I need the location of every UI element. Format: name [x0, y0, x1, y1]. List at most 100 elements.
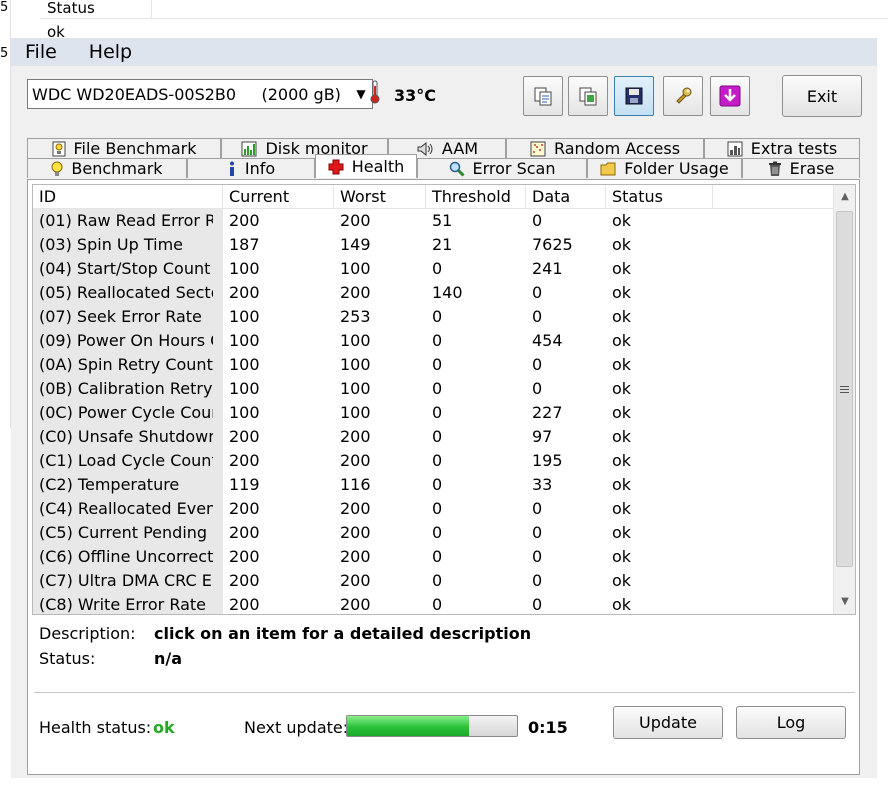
cell-current: 119	[229, 475, 260, 494]
table-header: ID Current Worst Threshold Data Status	[33, 185, 833, 209]
copy-screenshot-button[interactable]	[568, 76, 608, 116]
column-header-data[interactable]: Data	[526, 185, 606, 209]
scroll-down-arrow-icon[interactable]: ▼	[834, 590, 855, 612]
update-button-label: Update	[639, 713, 697, 732]
tab-extra-tests[interactable]: Extra tests	[704, 138, 860, 158]
tab-error-scan[interactable]: Error Scan	[417, 158, 587, 178]
cell-worst: 100	[340, 331, 371, 350]
cell-id: (01) Raw Read Error Rate	[33, 209, 223, 233]
table-row[interactable]: (0C) Power Cycle Count 100 100 0 227 ok	[33, 401, 833, 425]
tab-file-benchmark[interactable]: File Benchmark	[27, 138, 221, 158]
table-row[interactable]: (01) Raw Read Error Rate 200 200 51 0 ok	[33, 209, 833, 233]
background-edge-glyph: 5	[0, 46, 8, 61]
tab-erase[interactable]: Erase	[742, 158, 860, 178]
column-header-worst[interactable]: Worst	[334, 185, 426, 209]
cell-status: ok	[612, 211, 632, 230]
menu-file[interactable]: File	[25, 41, 57, 63]
column-header-current[interactable]: Current	[223, 185, 334, 209]
cell-threshold: 0	[432, 547, 443, 566]
background-header-filler	[152, 0, 888, 19]
scrollbar-thumb[interactable]	[836, 211, 853, 567]
update-button[interactable]: Update	[613, 706, 723, 739]
attribute-name: (01) Raw Read Error Rate	[39, 211, 213, 230]
cell-data: 0	[532, 355, 543, 374]
tab-random-access[interactable]: Random Access	[506, 138, 704, 158]
tab-error-scan-label: Error Scan	[472, 159, 556, 178]
menu-help[interactable]: Help	[89, 41, 132, 63]
cell-id: (09) Power On Hours Count	[33, 329, 223, 353]
attribute-name: (07) Seek Error Rate	[39, 307, 202, 326]
scroll-up-arrow-icon[interactable]: ▲	[834, 185, 855, 207]
cell-worst: 200	[340, 499, 371, 518]
cell-id: (05) Reallocated Sector Count	[33, 281, 223, 305]
cell-data: 0	[532, 499, 543, 518]
tab-random-access-label: Random Access	[553, 139, 681, 158]
table-row[interactable]: (C6) Offline Uncorrectable 200 200 0 0 ok	[33, 545, 833, 569]
background-column-header[interactable]: Status	[40, 0, 152, 19]
drive-select[interactable]: WDC WD20EADS-00S2B0 (2000 gB) ▼	[27, 79, 373, 109]
cell-threshold: 0	[432, 379, 443, 398]
table-row[interactable]: (C5) Current Pending Sector 200 200 0 0 ok	[33, 521, 833, 545]
cell-worst: 200	[340, 523, 371, 542]
exit-button[interactable]: Exit	[782, 75, 862, 117]
table-row[interactable]: (0B) Calibration Retry Count 100 100 0 0 ok	[33, 377, 833, 401]
grip-icon	[840, 385, 849, 393]
column-header-id[interactable]: ID	[33, 185, 223, 209]
cell-status: ok	[612, 403, 632, 422]
cell-current: 100	[229, 331, 260, 350]
attribute-name: (09) Power On Hours Count	[39, 331, 213, 350]
attribute-status-label: Status:	[39, 649, 96, 668]
table-row[interactable]: (C4) Reallocated Event Count 200 200 0 0 ok	[33, 497, 833, 521]
cell-current: 200	[229, 211, 260, 230]
log-button[interactable]: Log	[736, 706, 846, 739]
table-row[interactable]: (07) Seek Error Rate 100 253 0 0 ok	[33, 305, 833, 329]
vertical-scrollbar[interactable]: ▲ ▼	[833, 185, 855, 614]
table-row[interactable]: (C0) Unsafe Shutdown Count 200 200 0 97 ok	[33, 425, 833, 449]
cell-threshold: 0	[432, 451, 443, 470]
cell-id: (03) Spin Up Time	[33, 233, 223, 257]
table-row[interactable]: (C1) Load Cycle Count 200 200 0 195 ok	[33, 449, 833, 473]
table-row[interactable]: (C7) Ultra DMA CRC Error Count 200 200 0 0 ok	[33, 569, 833, 593]
table-row[interactable]: (C8) Write Error Rate 200 200 0 0 ok	[33, 593, 833, 614]
drive-select-value: WDC WD20EADS-00S2B0 (2000 gB)	[32, 84, 341, 104]
magnifier-icon	[449, 161, 465, 177]
tab-erase-label: Erase	[789, 159, 835, 178]
tab-health[interactable]: Health	[315, 154, 417, 178]
cell-current: 100	[229, 379, 260, 398]
save-screenshot-button[interactable]	[614, 76, 654, 116]
tab-file-benchmark-label: File Benchmark	[73, 139, 197, 158]
save-log-button[interactable]	[710, 76, 750, 116]
tab-benchmark[interactable]: Benchmark	[27, 158, 187, 178]
log-button-label: Log	[776, 713, 806, 732]
copy-text-button[interactable]	[523, 76, 563, 116]
options-button[interactable]	[663, 76, 703, 116]
attribute-name: (C6) Offline Uncorrectable	[39, 547, 213, 566]
tab-info[interactable]: Info	[187, 158, 315, 178]
cell-threshold: 0	[432, 403, 443, 422]
table-row[interactable]: (05) Reallocated Sector Count 200 200 140 0 o…	[33, 281, 833, 305]
cell-id: (0A) Spin Retry Count	[33, 353, 223, 377]
column-header-threshold[interactable]: Threshold	[426, 185, 526, 209]
description-label: Description:	[39, 624, 136, 643]
cell-id: (C5) Current Pending Sector	[33, 521, 223, 545]
table-row[interactable]: (09) Power On Hours Count 100 100 0 454 ok	[33, 329, 833, 353]
table-row[interactable]: (0A) Spin Retry Count 100 100 0 0 ok	[33, 353, 833, 377]
cell-data: 97	[532, 427, 553, 446]
table-row[interactable]: (C2) Temperature 119 116 0 33 ok	[33, 473, 833, 497]
tab-folder-usage[interactable]: Folder Usage	[587, 158, 742, 178]
cell-id: (C8) Write Error Rate	[33, 593, 223, 614]
cell-id: (0C) Power Cycle Count	[33, 401, 223, 425]
attribute-name: (0C) Power Cycle Count	[39, 403, 213, 422]
smart-table[interactable]: ID Current Worst Threshold Data Status (…	[32, 184, 856, 615]
random-access-icon	[530, 141, 546, 157]
table-row[interactable]: (04) Start/Stop Count 100 100 0 241 ok	[33, 257, 833, 281]
bulb-icon	[51, 161, 63, 177]
tab-folder-usage-label: Folder Usage	[624, 159, 729, 178]
cell-current: 187	[229, 235, 260, 254]
table-row[interactable]: (03) Spin Up Time 187 149 21 7625 ok	[33, 233, 833, 257]
health-status-label: Health status:	[39, 718, 152, 737]
column-header-status[interactable]: Status	[606, 185, 713, 209]
cell-current: 100	[229, 403, 260, 422]
next-update-label: Next update:	[244, 718, 349, 737]
cell-worst: 100	[340, 355, 371, 374]
